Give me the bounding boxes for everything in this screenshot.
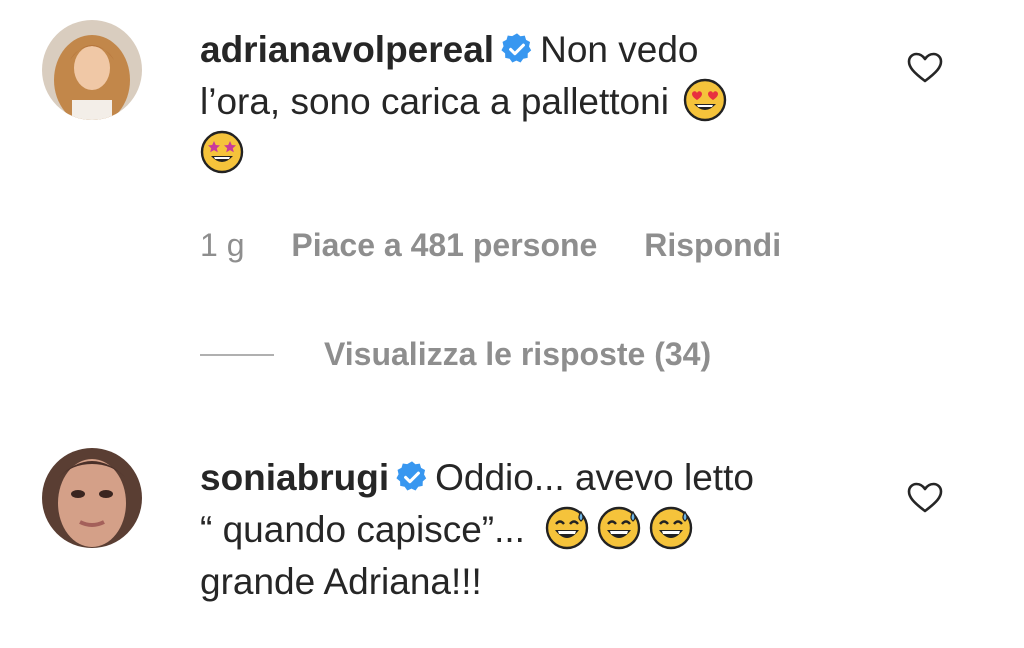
comment-body: soniabrugi Oddio... avevo letto “ quando… — [200, 452, 860, 608]
avatar[interactable] — [42, 448, 142, 548]
comment-meta: 1 g Piace a 481 persone Rispondi — [200, 227, 819, 264]
comment-text-line2: “ quando capisce”... — [200, 509, 525, 550]
like-heart-icon[interactable] — [905, 478, 945, 518]
username[interactable]: adrianavolpereal — [200, 29, 494, 70]
reply-button[interactable]: Rispondi — [644, 227, 781, 263]
view-replies-button[interactable]: Visualizza le risposte (34) — [200, 336, 711, 373]
comment-text-line1: Oddio... avevo letto — [435, 457, 754, 498]
likes-count-button[interactable]: Piace a 481 persone — [291, 227, 597, 263]
comment-body: adrianavolpereal Non vedo l’ora, sono ca… — [200, 24, 860, 180]
comments-section: adrianavolpereal Non vedo l’ora, sono ca… — [0, 0, 1024, 648]
comment-time: 1 g — [200, 227, 245, 263]
divider-line — [200, 353, 274, 356]
star-struck-emoji-icon — [200, 130, 244, 174]
grinning-sweat-emoji-icon — [650, 506, 693, 550]
comment-text-line3: grande Adriana!!! — [200, 561, 482, 602]
comment-text-line1: Non vedo — [540, 29, 699, 70]
avatar[interactable] — [42, 20, 142, 120]
heart-eyes-emoji-icon — [684, 78, 727, 122]
verified-badge-icon — [501, 33, 532, 63]
like-heart-icon[interactable] — [905, 48, 945, 88]
view-replies-label: Visualizza le risposte (34) — [324, 336, 712, 372]
grinning-sweat-emoji-icon — [598, 506, 641, 550]
username[interactable]: soniabrugi — [200, 457, 389, 498]
comment-text-line2: l’ora, sono carica a pallettoni — [200, 81, 669, 122]
grinning-sweat-emoji-icon — [546, 506, 589, 550]
verified-badge-icon — [396, 461, 427, 491]
